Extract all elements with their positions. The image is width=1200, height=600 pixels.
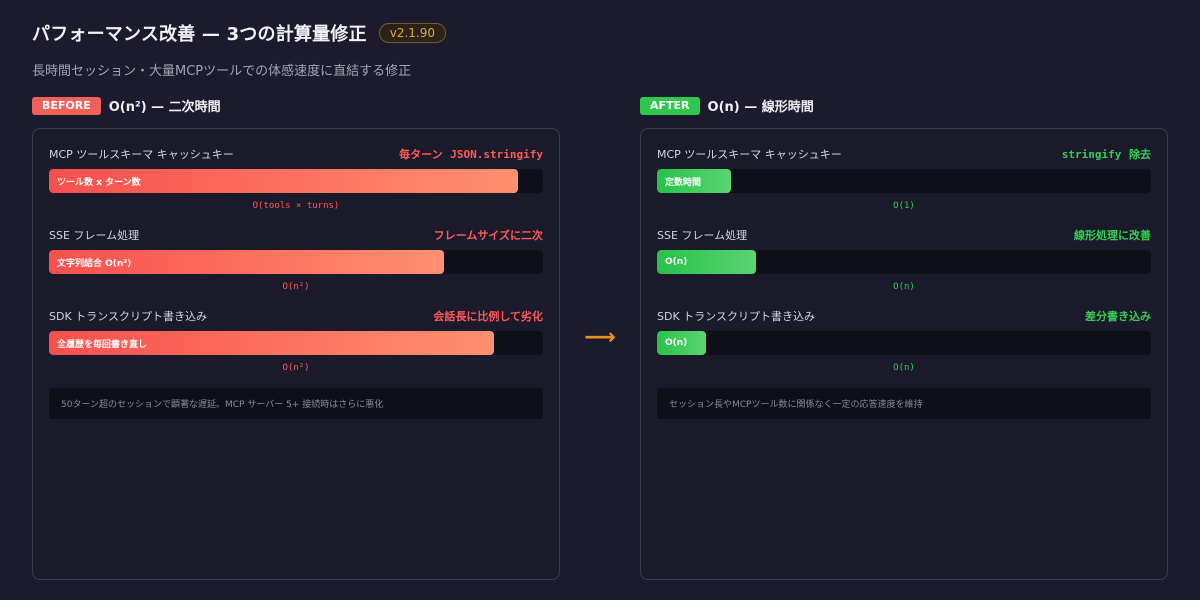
bar-track: 定数時間 bbox=[657, 169, 1151, 193]
bar-fill: ツール数 x ターン数 bbox=[49, 169, 519, 193]
after-tag: AFTER bbox=[640, 96, 700, 115]
before-footnote: 50ターン超のセッションで顕著な遅延。MCP サーバー 5+ 接続時はさらに悪化 bbox=[49, 388, 543, 419]
bar-fill: 文字列結合 O(n²) bbox=[49, 250, 445, 274]
bar-track: 文字列結合 O(n²) bbox=[49, 250, 543, 274]
item-note-text: 除去 bbox=[1129, 148, 1151, 161]
bar-track: ツール数 x ターン数 bbox=[49, 169, 543, 193]
bar-fill: 全履歴を毎回書き直し bbox=[49, 331, 494, 355]
item-note: 会話長に比例して劣化 bbox=[433, 310, 543, 323]
item-note: stringify 除去 bbox=[1062, 146, 1151, 162]
before-tag: BEFORE bbox=[32, 96, 101, 115]
item-note: 線形処理に改善 bbox=[1074, 229, 1151, 242]
after-footnote: セッション長やMCPツール数に関係なく一定の応答速度を維持 bbox=[657, 388, 1151, 419]
before-item-sse-frame: SSE フレーム処理 フレームサイズに二次 文字列結合 O(n²) O(n²) bbox=[49, 228, 543, 292]
item-label: MCP ツールスキーマ キャッシュキー bbox=[657, 148, 842, 161]
before-header: BEFORE O(n²) — 二次時間 bbox=[32, 96, 221, 115]
before-item-sdk-transcript: SDK トランスクリプト書き込み 会話長に比例して劣化 全履歴を毎回書き直し O… bbox=[49, 309, 543, 373]
after-item-sse-frame: SSE フレーム処理 線形処理に改善 O(n) O(n) bbox=[657, 228, 1151, 292]
title-row: パフォーマンス改善 — 3つの計算量修正 v2.1.90 bbox=[32, 20, 446, 46]
item-label-row: SDK トランスクリプト書き込み 差分書き込み bbox=[657, 309, 1151, 323]
item-note-code: JSON.stringify bbox=[450, 148, 543, 161]
after-header: AFTER O(n) — 線形時間 bbox=[640, 96, 814, 115]
after-panel: MCP ツールスキーマ キャッシュキー stringify 除去 定数時間 O(… bbox=[640, 128, 1168, 580]
item-label-row: MCP ツールスキーマ キャッシュキー 毎ターン JSON.stringify bbox=[49, 147, 543, 161]
bar-fill: 定数時間 bbox=[657, 169, 732, 193]
item-label: MCP ツールスキーマ キャッシュキー bbox=[49, 148, 234, 161]
item-label-row: SSE フレーム処理 フレームサイズに二次 bbox=[49, 228, 543, 242]
after-title: O(n) — 線形時間 bbox=[707, 100, 814, 115]
item-label-row: MCP ツールスキーマ キャッシュキー stringify 除去 bbox=[657, 147, 1151, 161]
before-title: O(n²) — 二次時間 bbox=[108, 100, 221, 115]
complexity-label: O(n²) bbox=[282, 363, 310, 373]
item-label: SSE フレーム処理 bbox=[49, 229, 140, 242]
bar-fill: O(n) bbox=[657, 331, 707, 355]
bar-track: 全履歴を毎回書き直し bbox=[49, 331, 543, 355]
before-item-mcp-cache-key: MCP ツールスキーマ キャッシュキー 毎ターン JSON.stringify … bbox=[49, 147, 543, 211]
complexity-label: O(n²) bbox=[282, 282, 310, 292]
item-note-code: stringify bbox=[1061, 148, 1122, 161]
right-arrow-icon: ⟶ bbox=[584, 324, 616, 350]
item-note: 差分書き込み bbox=[1085, 310, 1151, 323]
item-label: SDK トランスクリプト書き込み bbox=[657, 310, 815, 323]
after-item-mcp-cache-key: MCP ツールスキーマ キャッシュキー stringify 除去 定数時間 O(… bbox=[657, 147, 1151, 211]
item-label: SSE フレーム処理 bbox=[657, 229, 748, 242]
complexity-label: O(n) bbox=[893, 363, 915, 373]
item-note: フレームサイズに二次 bbox=[433, 229, 543, 242]
complexity-label: O(tools × turns) bbox=[252, 201, 340, 211]
item-note-text: 毎ターン bbox=[399, 148, 443, 161]
page-header: パフォーマンス改善 — 3つの計算量修正 v2.1.90 長時間セッション・大量… bbox=[32, 20, 446, 79]
version-badge: v2.1.90 bbox=[378, 23, 446, 43]
item-note: 毎ターン JSON.stringify bbox=[399, 146, 543, 162]
item-label: SDK トランスクリプト書き込み bbox=[49, 310, 207, 323]
bar-track: O(n) bbox=[657, 250, 1151, 274]
before-panel: MCP ツールスキーマ キャッシュキー 毎ターン JSON.stringify … bbox=[32, 128, 560, 580]
page-subtitle: 長時間セッション・大量MCPツールでの体感速度に直結する修正 bbox=[32, 64, 412, 79]
complexity-label: O(1) bbox=[893, 201, 915, 211]
after-item-sdk-transcript: SDK トランスクリプト書き込み 差分書き込み O(n) O(n) bbox=[657, 309, 1151, 373]
item-label-row: SSE フレーム処理 線形処理に改善 bbox=[657, 228, 1151, 242]
bar-track: O(n) bbox=[657, 331, 1151, 355]
item-label-row: SDK トランスクリプト書き込み 会話長に比例して劣化 bbox=[49, 309, 543, 323]
page-title: パフォーマンス改善 — 3つの計算量修正 bbox=[32, 24, 367, 45]
bar-fill: O(n) bbox=[657, 250, 756, 274]
complexity-label: O(n) bbox=[893, 282, 915, 292]
